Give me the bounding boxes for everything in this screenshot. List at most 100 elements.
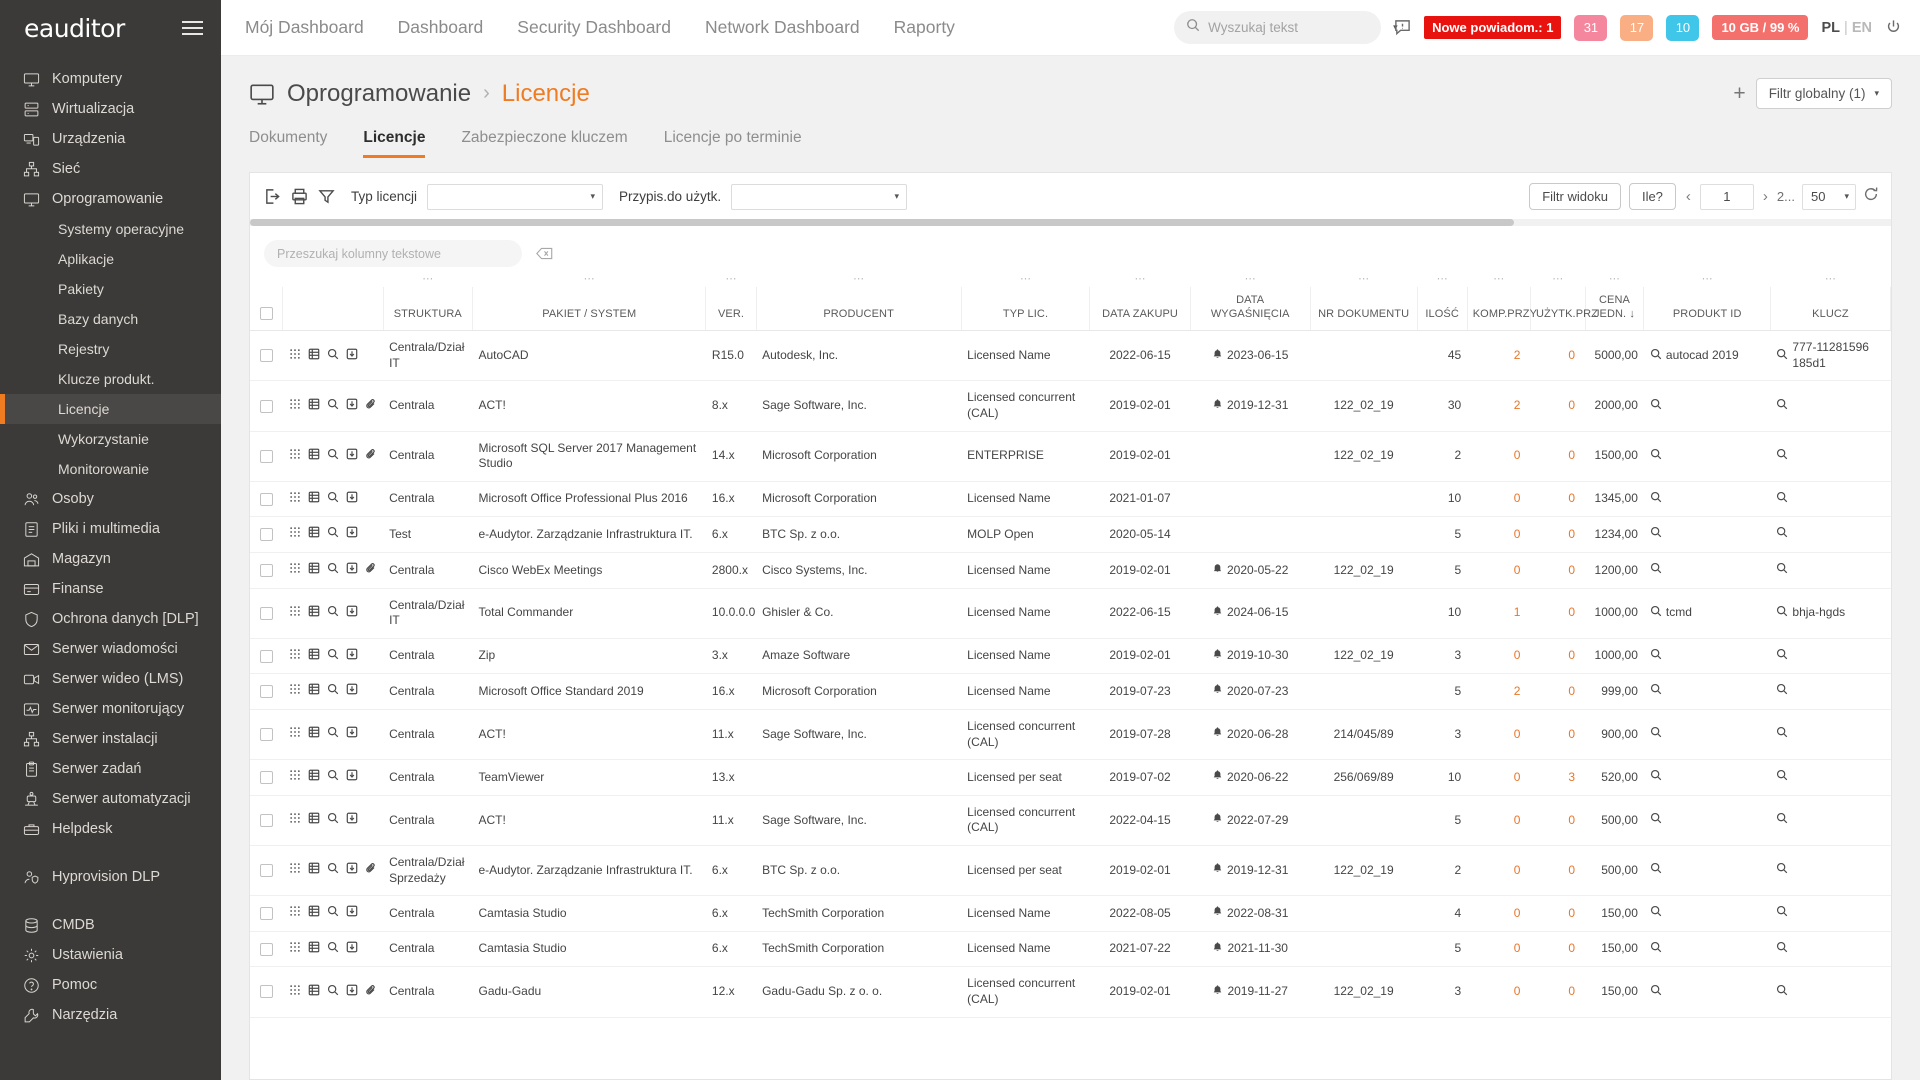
search-icon[interactable] — [1776, 398, 1788, 415]
column-header[interactable]: PRODUKT ID — [1644, 287, 1771, 331]
table-row[interactable]: CentralaTeamViewer13.xLicensed per seat2… — [250, 760, 1891, 796]
search-icon[interactable] — [327, 862, 339, 879]
download-icon[interactable] — [346, 491, 358, 508]
row-checkbox[interactable] — [260, 564, 273, 577]
attachment-icon[interactable] — [365, 562, 377, 579]
app-logo[interactable]: eauditor — [24, 14, 125, 43]
print-icon[interactable] — [291, 188, 308, 205]
sidebar-item-serwer-automatyzacji[interactable]: Serwer automatyzacji — [0, 784, 221, 814]
prev-page-button[interactable]: ‹ — [1684, 188, 1693, 205]
column-menu-dots[interactable]: ⋯ — [473, 267, 706, 287]
sidebar-toggle-icon[interactable] — [178, 17, 207, 39]
details-icon[interactable] — [308, 862, 320, 879]
attachment-icon[interactable] — [365, 448, 377, 465]
column-header[interactable]: KOMP.PRZY — [1467, 287, 1530, 331]
row-checkbox[interactable] — [260, 943, 273, 956]
search-icon[interactable] — [327, 526, 339, 543]
search-icon[interactable] — [327, 769, 339, 786]
sidebar-item-monitorowanie[interactable]: Monitorowanie — [0, 454, 221, 484]
sidebar-item-urządzenia[interactable]: Urządzenia — [0, 124, 221, 154]
search-icon[interactable] — [327, 398, 339, 415]
breadcrumb-current[interactable]: Licencje — [502, 80, 590, 108]
filter-select-typ-licencji[interactable]: ▾ — [427, 184, 603, 210]
row-checkbox[interactable] — [260, 771, 273, 784]
row-checkbox[interactable] — [260, 907, 273, 920]
table-row[interactable]: Centrala/Dział ITAutoCADR15.0Autodesk, I… — [250, 331, 1891, 381]
sidebar-item-bazy-danych[interactable]: Bazy danych — [0, 304, 221, 334]
add-button[interactable]: + — [1733, 83, 1745, 104]
grid-view-icon[interactable] — [289, 526, 301, 543]
topnav-item-mój-dashboard[interactable]: Mój Dashboard — [245, 17, 364, 38]
column-menu-dots[interactable]: ⋯ — [1530, 267, 1585, 287]
sidebar-item-ochrona-danych-dlp[interactable]: Ochrona danych [DLP] — [0, 604, 221, 634]
grid-view-icon[interactable] — [289, 348, 301, 365]
details-icon[interactable] — [308, 648, 320, 665]
how-many-button[interactable]: Ile? — [1629, 183, 1676, 210]
table-row[interactable]: CentralaCisco WebEx Meetings2800.xCisco … — [250, 553, 1891, 589]
download-icon[interactable] — [346, 941, 358, 958]
download-icon[interactable] — [346, 683, 358, 700]
lang-pl[interactable]: PL — [1821, 20, 1840, 36]
next-page-button[interactable]: › — [1761, 188, 1770, 205]
page-number-input[interactable] — [1700, 184, 1754, 210]
download-icon[interactable] — [346, 862, 358, 879]
topnav-item-security-dashboard[interactable]: Security Dashboard — [517, 17, 671, 38]
column-menu-dots[interactable] — [250, 267, 283, 287]
search-icon[interactable] — [1776, 984, 1788, 1001]
grid-view-icon[interactable] — [289, 605, 301, 622]
search-icon[interactable] — [327, 941, 339, 958]
language-switch[interactable]: PL | EN — [1821, 20, 1872, 36]
sidebar-item-pakiety[interactable]: Pakiety — [0, 274, 221, 304]
sidebar-item-serwer-instalacji[interactable]: Serwer instalacji — [0, 724, 221, 754]
search-icon[interactable] — [1776, 941, 1788, 958]
details-icon[interactable] — [308, 769, 320, 786]
sidebar-item-serwer-wiadomości[interactable]: Serwer wiadomości — [0, 634, 221, 664]
view-filter-button[interactable]: Filtr widoku — [1529, 183, 1621, 210]
notifications-badge[interactable]: Nowe powiadom.: 1 — [1424, 16, 1561, 39]
row-checkbox[interactable] — [260, 864, 273, 877]
search-icon[interactable] — [1776, 769, 1788, 786]
table-row[interactable]: CentralaMicrosoft Office Professional Pl… — [250, 481, 1891, 517]
sidebar-item-sieć[interactable]: Sieć — [0, 154, 221, 184]
topnav-item-raporty[interactable]: Raporty — [894, 17, 955, 38]
search-icon[interactable] — [327, 984, 339, 1001]
row-checkbox[interactable] — [260, 985, 273, 998]
search-icon[interactable] — [327, 491, 339, 508]
search-icon[interactable] — [1650, 984, 1662, 1001]
sidebar-item-aplikacje[interactable]: Aplikacje — [0, 244, 221, 274]
row-checkbox[interactable] — [260, 650, 273, 663]
details-icon[interactable] — [308, 726, 320, 743]
column-menu-dots[interactable]: ⋯ — [383, 267, 472, 287]
search-icon[interactable] — [327, 812, 339, 829]
search-icon[interactable] — [1776, 562, 1788, 579]
search-icon[interactable] — [1650, 905, 1662, 922]
sidebar-item-pomoc[interactable]: Pomoc — [0, 970, 221, 1000]
grid-view-icon[interactable] — [289, 769, 301, 786]
grid-view-icon[interactable] — [289, 905, 301, 922]
search-icon[interactable] — [1776, 605, 1788, 622]
search-input[interactable] — [1208, 20, 1385, 35]
search-icon[interactable] — [327, 726, 339, 743]
table-row[interactable]: CentralaZip3.xAmaze SoftwareLicensed Nam… — [250, 638, 1891, 674]
sidebar-item-systemy-operacyjne[interactable]: Systemy operacyjne — [0, 214, 221, 244]
power-icon[interactable] — [1885, 19, 1902, 36]
search-icon[interactable] — [1776, 491, 1788, 508]
column-header[interactable]: VER. — [706, 287, 756, 331]
download-icon[interactable] — [346, 605, 358, 622]
column-search-input[interactable] — [277, 247, 509, 261]
grid-view-icon[interactable] — [289, 648, 301, 665]
table-row[interactable]: CentralaACT!11.xSage Software, Inc.Licen… — [250, 709, 1891, 759]
column-header[interactable] — [283, 287, 383, 331]
search-icon[interactable] — [1776, 683, 1788, 700]
search-icon[interactable] — [1650, 562, 1662, 579]
download-icon[interactable] — [346, 812, 358, 829]
grid-view-icon[interactable] — [289, 448, 301, 465]
refresh-icon[interactable] — [1863, 186, 1879, 207]
search-icon[interactable] — [1650, 862, 1662, 879]
search-icon[interactable] — [1776, 448, 1788, 465]
table-row[interactable]: CentralaCamtasia Studio6.xTechSmith Corp… — [250, 931, 1891, 967]
table-row[interactable]: CentralaACT!11.xSage Software, Inc.Licen… — [250, 795, 1891, 845]
filter-select-przypis-uzytk[interactable]: ▾ — [731, 184, 907, 210]
download-icon[interactable] — [346, 769, 358, 786]
search-icon[interactable] — [327, 648, 339, 665]
